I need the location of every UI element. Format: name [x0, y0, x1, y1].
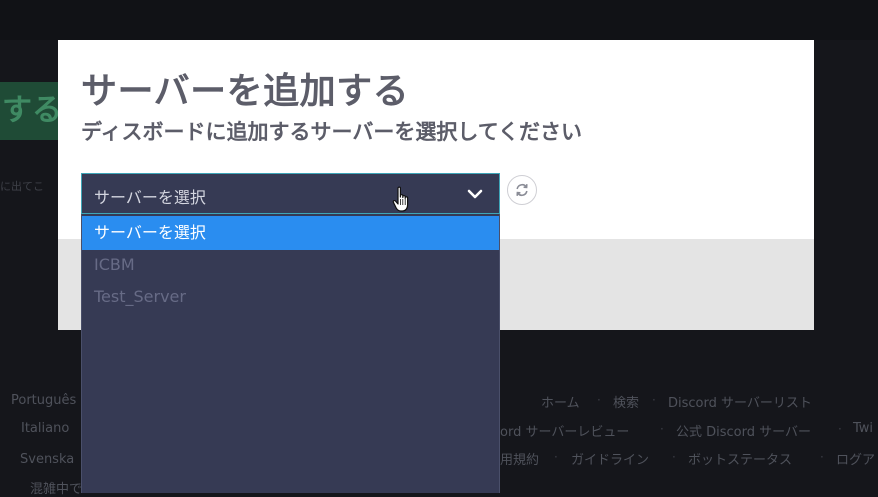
background-cta-button: する	[0, 82, 60, 140]
footer-separator: ·	[597, 393, 601, 407]
footer-separator: ·	[652, 393, 656, 407]
dropdown-option-icbm[interactable]: ICBM	[82, 248, 499, 282]
server-select-value: サーバーを選択	[94, 188, 206, 207]
chevron-down-icon	[467, 189, 483, 199]
footer-separator: ·	[838, 422, 842, 436]
footer-link-terms: 用規約	[500, 453, 540, 468]
footer-separator: ·	[820, 450, 824, 464]
dropdown-option-test-server[interactable]: Test_Server	[82, 280, 499, 314]
footer-separator: ·	[660, 422, 664, 436]
footer-language-swedish: Svenska	[20, 452, 75, 467]
refresh-icon	[516, 183, 528, 197]
footer-link-server-review: ord サーバーレビュー	[500, 425, 630, 440]
footer-link-guidelines: ガイドライン	[571, 453, 650, 468]
modal-subtitle: ディスボードに追加するサーバーを選択してください	[81, 120, 583, 144]
footer-link-home: ホーム	[541, 396, 580, 411]
server-select[interactable]: サーバーを選択	[81, 173, 500, 214]
modal-title: サーバーを追加する	[81, 71, 410, 112]
footer-separator: ·	[554, 450, 558, 464]
dropdown-option-select-server[interactable]: サーバーを選択	[82, 216, 499, 250]
background-header	[0, 0, 878, 40]
footer-link-search: 検索	[613, 396, 640, 411]
server-dropdown-list: サーバーを選択 ICBM Test_Server	[81, 214, 500, 493]
background-hint-text: に出てこ	[0, 180, 44, 193]
footer-link-server-list: Discord サーバーリスト	[668, 396, 812, 411]
footer-link-official-server: 公式 Discord サーバー	[676, 425, 811, 440]
footer-link-twitter: Twi	[853, 421, 874, 436]
hand-pointer-icon	[392, 186, 409, 212]
footer-language-italian: Italiano	[21, 421, 70, 436]
refresh-servers-button[interactable]	[507, 175, 537, 205]
footer-language-portuguese: Português	[11, 393, 77, 408]
footer-status-text: 混雑中で	[30, 482, 83, 497]
footer-separator: ·	[672, 450, 676, 464]
footer-link-bot-status: ボットステータス	[688, 453, 793, 468]
footer-link-logout: ログア	[836, 453, 876, 468]
